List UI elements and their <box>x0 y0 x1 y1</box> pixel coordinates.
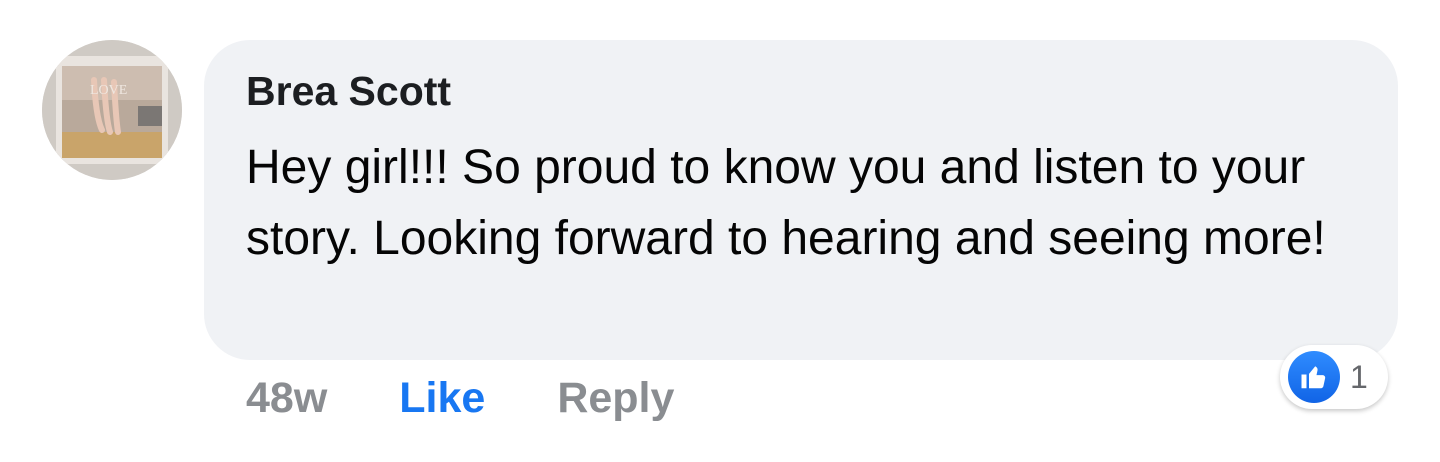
avatar-image: LOVE <box>42 40 182 180</box>
comment-actions: 48w Like Reply <box>246 368 674 428</box>
avatar[interactable]: LOVE <box>42 40 182 180</box>
like-button[interactable]: Like <box>399 374 485 423</box>
avatar-caption: LOVE <box>90 83 127 98</box>
thumbs-up-icon <box>1288 351 1340 403</box>
comment-timestamp[interactable]: 48w <box>246 374 327 423</box>
comment-text: Hey girl!!! So proud to know you and lis… <box>246 141 1326 265</box>
reply-button[interactable]: Reply <box>557 374 674 423</box>
comment-author[interactable]: Brea Scott <box>246 68 451 115</box>
reaction-summary[interactable]: 1 <box>1280 345 1388 409</box>
reaction-count: 1 <box>1350 358 1368 395</box>
